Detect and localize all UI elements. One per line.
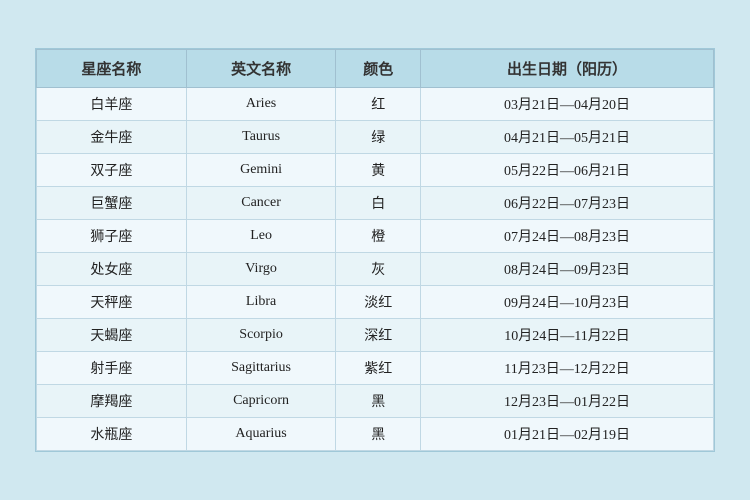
cell-dates: 05月22日—06月21日 [421, 154, 714, 187]
col-header-color: 颜色 [336, 50, 421, 88]
table-row: 白羊座Aries红03月21日—04月20日 [37, 88, 714, 121]
table-row: 水瓶座Aquarius黑01月21日—02月19日 [37, 418, 714, 451]
cell-color: 橙 [336, 220, 421, 253]
cell-english-name: Capricorn [186, 385, 336, 418]
table-row: 处女座Virgo灰08月24日—09月23日 [37, 253, 714, 286]
cell-chinese-name: 摩羯座 [37, 385, 187, 418]
table-row: 狮子座Leo橙07月24日—08月23日 [37, 220, 714, 253]
table-row: 天秤座Libra淡红09月24日—10月23日 [37, 286, 714, 319]
cell-dates: 03月21日—04月20日 [421, 88, 714, 121]
cell-english-name: Cancer [186, 187, 336, 220]
table-row: 摩羯座Capricorn黑12月23日—01月22日 [37, 385, 714, 418]
cell-dates: 10月24日—11月22日 [421, 319, 714, 352]
cell-dates: 04月21日—05月21日 [421, 121, 714, 154]
cell-english-name: Sagittarius [186, 352, 336, 385]
cell-chinese-name: 射手座 [37, 352, 187, 385]
table-body: 白羊座Aries红03月21日—04月20日金牛座Taurus绿04月21日—0… [37, 88, 714, 451]
cell-dates: 06月22日—07月23日 [421, 187, 714, 220]
table-row: 巨蟹座Cancer白06月22日—07月23日 [37, 187, 714, 220]
cell-english-name: Taurus [186, 121, 336, 154]
cell-color: 深红 [336, 319, 421, 352]
col-header-english: 英文名称 [186, 50, 336, 88]
table-row: 射手座Sagittarius紫红11月23日—12月22日 [37, 352, 714, 385]
cell-dates: 12月23日—01月22日 [421, 385, 714, 418]
cell-english-name: Aquarius [186, 418, 336, 451]
cell-chinese-name: 金牛座 [37, 121, 187, 154]
cell-english-name: Aries [186, 88, 336, 121]
col-header-chinese: 星座名称 [37, 50, 187, 88]
table-header-row: 星座名称 英文名称 颜色 出生日期（阳历） [37, 50, 714, 88]
cell-english-name: Virgo [186, 253, 336, 286]
cell-color: 绿 [336, 121, 421, 154]
cell-english-name: Libra [186, 286, 336, 319]
cell-color: 黄 [336, 154, 421, 187]
cell-dates: 07月24日—08月23日 [421, 220, 714, 253]
cell-chinese-name: 处女座 [37, 253, 187, 286]
cell-chinese-name: 天秤座 [37, 286, 187, 319]
col-header-dates: 出生日期（阳历） [421, 50, 714, 88]
zodiac-table-container: 星座名称 英文名称 颜色 出生日期（阳历） 白羊座Aries红03月21日—04… [35, 48, 715, 452]
cell-dates: 09月24日—10月23日 [421, 286, 714, 319]
cell-color: 白 [336, 187, 421, 220]
cell-chinese-name: 天蝎座 [37, 319, 187, 352]
cell-english-name: Gemini [186, 154, 336, 187]
cell-dates: 01月21日—02月19日 [421, 418, 714, 451]
cell-chinese-name: 白羊座 [37, 88, 187, 121]
table-row: 双子座Gemini黄05月22日—06月21日 [37, 154, 714, 187]
cell-dates: 08月24日—09月23日 [421, 253, 714, 286]
cell-color: 紫红 [336, 352, 421, 385]
cell-chinese-name: 巨蟹座 [37, 187, 187, 220]
cell-color: 灰 [336, 253, 421, 286]
cell-chinese-name: 狮子座 [37, 220, 187, 253]
cell-english-name: Leo [186, 220, 336, 253]
cell-chinese-name: 水瓶座 [37, 418, 187, 451]
zodiac-table: 星座名称 英文名称 颜色 出生日期（阳历） 白羊座Aries红03月21日—04… [36, 49, 714, 451]
cell-dates: 11月23日—12月22日 [421, 352, 714, 385]
cell-color: 黑 [336, 418, 421, 451]
cell-english-name: Scorpio [186, 319, 336, 352]
cell-color: 淡红 [336, 286, 421, 319]
cell-color: 红 [336, 88, 421, 121]
table-row: 天蝎座Scorpio深红10月24日—11月22日 [37, 319, 714, 352]
table-row: 金牛座Taurus绿04月21日—05月21日 [37, 121, 714, 154]
cell-color: 黑 [336, 385, 421, 418]
cell-chinese-name: 双子座 [37, 154, 187, 187]
